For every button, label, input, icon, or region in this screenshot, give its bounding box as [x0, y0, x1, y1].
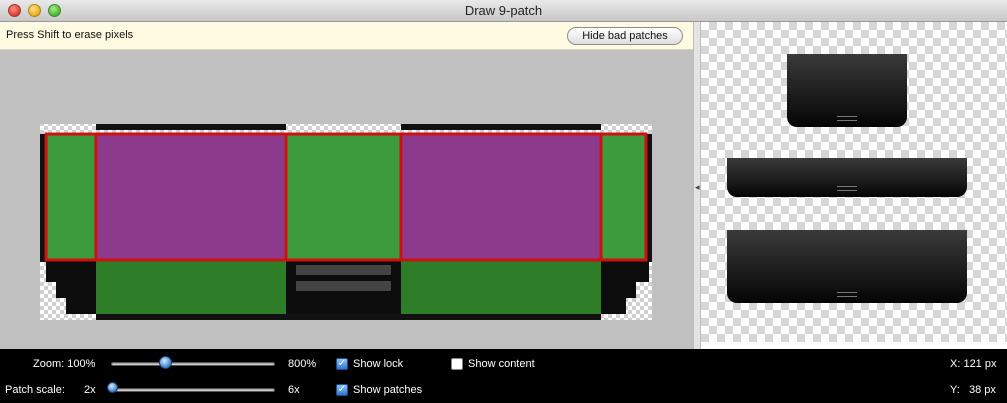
grip-line [296, 265, 391, 275]
top-stretch-marker [401, 124, 601, 130]
fixed-patch [46, 134, 96, 260]
x-coordinate-readout: X: 121 px [950, 358, 997, 370]
grip-icon [837, 116, 857, 121]
stretch-preview-pane [701, 22, 1007, 342]
grip-icon [837, 186, 857, 191]
bottom-content-marker [96, 314, 601, 320]
stretch-patch [96, 134, 286, 260]
split-pane-divider[interactable]: ◂ [693, 22, 701, 349]
show-content-checkbox[interactable] [451, 358, 463, 370]
fixed-patch [601, 134, 646, 260]
zoom-slider-thumb[interactable] [158, 356, 172, 369]
patch-scale-max-label: 6x [288, 384, 300, 396]
show-content-label: Show content [468, 358, 535, 370]
y-coordinate-readout: Y: 38 px [950, 384, 996, 396]
fixed-patch [286, 134, 401, 260]
patch-scale-slider[interactable] [111, 388, 275, 392]
zoom-max-label: 800% [288, 358, 317, 370]
zoom-slider[interactable] [111, 362, 275, 366]
divider-arrow-icon: ◂ [695, 182, 700, 192]
patch-scale-slider-thumb[interactable] [107, 382, 118, 393]
title-bar: Draw 9-patch [0, 0, 1007, 22]
patch-scale-label: Patch scale: [5, 384, 65, 396]
draw-9patch-window: Draw 9-patch Press Shift to erase pixels… [0, 0, 1007, 403]
grip-icon [837, 292, 857, 297]
hide-bad-patches-button[interactable]: Hide bad patches [567, 27, 683, 45]
info-bar: Press Shift to erase pixels Hide bad pat… [0, 22, 693, 50]
show-patches-label: Show patches [353, 384, 423, 396]
show-lock-label: Show lock [353, 358, 404, 370]
preview-vertical-stretch [787, 54, 907, 127]
preview-horizontal-stretch [727, 158, 967, 197]
show-patches-checkbox[interactable]: ✓ [336, 384, 348, 396]
top-stretch-marker [96, 124, 286, 130]
patch-scale-min-label: 2x [84, 384, 96, 396]
preview-both-stretch [727, 230, 967, 303]
stretch-patch [401, 134, 601, 260]
bottom-patch-region [401, 260, 601, 314]
window-title: Draw 9-patch [464, 3, 543, 18]
bottom-patch-region [96, 260, 286, 314]
show-lock-checkbox[interactable]: ✓ [336, 358, 348, 370]
ninepatch-editor-canvas[interactable] [0, 50, 693, 349]
erase-hint-text: Press Shift to erase pixels [6, 29, 134, 41]
zoom-label: Zoom: 100% [33, 358, 96, 370]
controls-bar: Zoom: 100% 800% ✓ Show lock Show content… [0, 349, 1007, 403]
grip-line [296, 281, 391, 291]
editor-pane: Press Shift to erase pixels Hide bad pat… [0, 22, 693, 349]
